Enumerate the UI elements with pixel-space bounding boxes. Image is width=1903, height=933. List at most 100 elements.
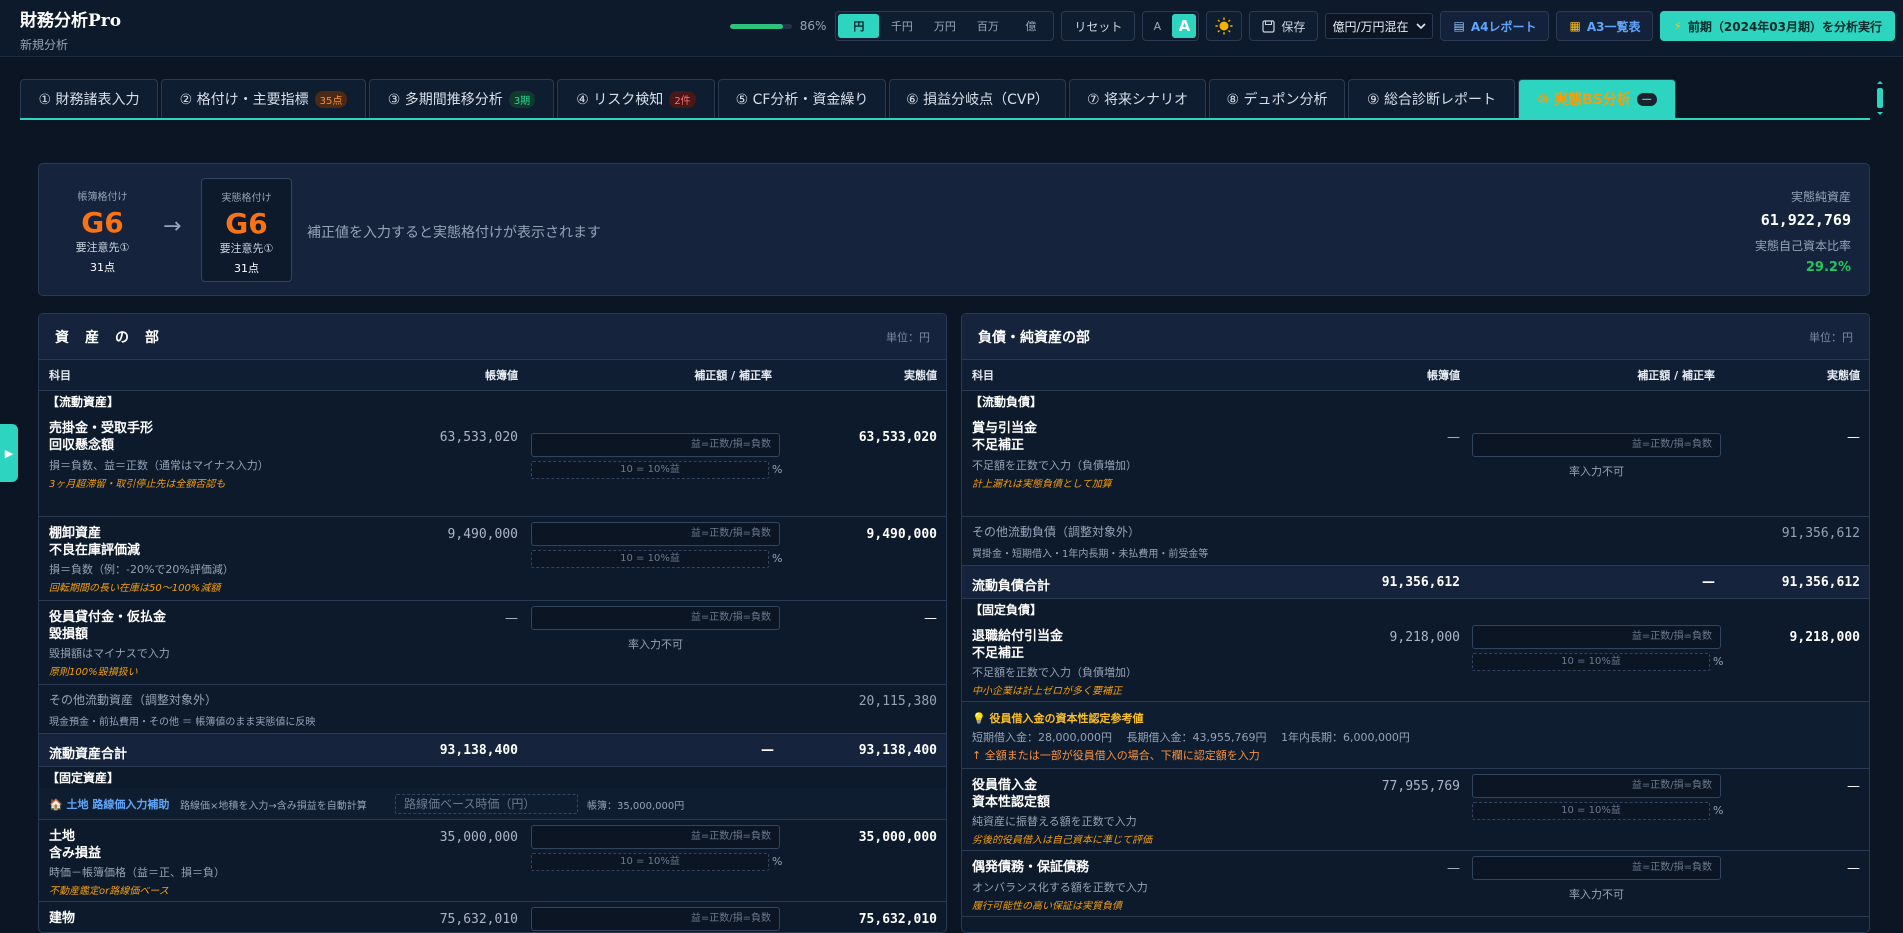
row-note: 不足額を正数で入力（負債増加） <box>972 666 1137 679</box>
actual-rating-label: 実態格付け <box>221 193 272 204</box>
adjustment-input[interactable]: 益=正数/損=負数 <box>531 907 780 931</box>
equity-ratio-value: 29.2% <box>1805 260 1851 275</box>
tab-cvp[interactable]: ⑥ 損益分岐点（CVP） <box>889 79 1066 118</box>
rate-input[interactable]: 10 = 10%益 <box>1472 653 1710 671</box>
adjustment-input[interactable]: 益=正数/損=負数 <box>1472 433 1721 457</box>
liabilities-title: 負債・純資産の部 <box>978 329 1090 346</box>
rate-input[interactable]: 10 = 10%益 <box>531 550 769 568</box>
fixed-liabilities-section: 【固定負債】 <box>970 603 1043 617</box>
rate-not-available: 率入力不可 <box>1569 465 1624 478</box>
actual-value: 91,356,612 <box>1781 526 1860 541</box>
save-button[interactable]: 保存 <box>1249 11 1319 41</box>
run-analysis-button[interactable]: ⚡ 前期（2024年03月期）を分析実行 <box>1660 11 1895 41</box>
tab-label: ③ 多期間推移分析 <box>387 92 503 108</box>
chevron-down-icon <box>1416 22 1427 29</box>
table-row: 土地 含み損益 時価－帳簿価格（益＝正、損＝負） 不動産鑑定or路線価ベース 35… <box>39 820 946 902</box>
tab-diagnosis-report[interactable]: ⑨ 総合診断レポート <box>1348 79 1515 118</box>
net-assets-value: 61,922,769 <box>1760 211 1851 229</box>
display-mode-select[interactable]: 億円/万円混在 <box>1325 13 1434 39</box>
rate-input[interactable]: 10 = 10%益 <box>531 853 769 871</box>
tab-multi-period[interactable]: ③ 多期間推移分析 3期 <box>369 79 554 118</box>
adjustment-input[interactable]: 益=正数/損=負数 <box>531 825 780 849</box>
row-name: 売掛金・受取手形 回収懸念額 <box>49 421 154 453</box>
document-icon: ▤ <box>1453 19 1465 33</box>
theme-toggle-button[interactable] <box>1206 11 1243 41</box>
total-label: 流動負債合計 <box>972 579 1051 594</box>
tab-financial-input[interactable]: ① 財務諸表入力 <box>20 79 158 118</box>
arrow-icon: → <box>163 214 182 239</box>
col-item: 科目 <box>972 369 994 382</box>
equity-ratio-label: 実態自己資本比率 <box>1754 239 1851 253</box>
adjustment-input[interactable]: 益=正数/損=負数 <box>1472 625 1721 649</box>
adjustment-input[interactable]: 益=正数/損=負数 <box>531 606 780 630</box>
actual-rating-class: 要注意先① <box>219 242 274 255</box>
info-hint: ↑ 全額または一部が役員借入の場合、下欄に認定額を入力 <box>972 749 1260 762</box>
display-mode-value: 億円/万円混在 <box>1332 19 1409 34</box>
sidebar-toggle[interactable]: ▶ <box>0 424 18 482</box>
unit-hundred-million[interactable]: 億 <box>1010 14 1051 38</box>
table-row: 売掛金・受取手形 回収懸念額 損＝負数、益＝正数（通常はマイナス入力） 3ヶ月超滞… <box>39 412 946 517</box>
a4-report-label: A4レポート <box>1470 19 1537 34</box>
unit-yen[interactable]: 円 <box>838 14 880 38</box>
actual-value: — <box>924 611 937 626</box>
a4-report-button[interactable]: ▤ A4レポート <box>1440 11 1550 41</box>
font-large-button[interactable]: A <box>1172 14 1197 38</box>
actual-rating: 実態格付け G6 要注意先① 31点 <box>201 178 292 282</box>
book-value: — <box>1447 430 1460 445</box>
table-row: 偶発債務・保証債務 オンバランス化する額を正数で入力 履行可能性の高い保証は実質… <box>962 851 1869 917</box>
row-name: その他流動資産（調整対象外） <box>49 693 218 707</box>
rate-input[interactable]: 10 = 10%益 <box>1472 802 1710 820</box>
unit-million[interactable]: 百万 <box>967 14 1008 38</box>
tab-risk-detection[interactable]: ④ リスク検知 2件 <box>557 79 715 118</box>
tab-cashflow[interactable]: ⑤ CF分析・資金繰り <box>718 79 886 118</box>
progress-fill <box>729 23 784 29</box>
tab-scenario[interactable]: ⑦ 将来シナリオ <box>1069 79 1206 118</box>
book-value: 63,533,020 <box>439 430 518 445</box>
adjustment-input[interactable]: 益=正数/損=負数 <box>531 433 780 457</box>
percent-label: % <box>772 463 783 476</box>
book-value: 9,490,000 <box>447 527 518 542</box>
tab-rating[interactable]: ② 格付け・主要指標 35点 <box>161 79 366 118</box>
lightning-icon: ⚡ <box>1673 19 1682 33</box>
font-small-button[interactable]: A <box>1145 14 1169 38</box>
book-value: — <box>505 611 518 626</box>
unit-ten-thousand[interactable]: 万円 <box>924 14 965 38</box>
row-name: 賞与引当金 不足補正 <box>972 421 1038 453</box>
row-warning: 不動産鑑定or路線価ベース <box>49 886 169 897</box>
col-adjustment: 補正額 / 補正率 <box>1637 369 1715 382</box>
reset-button[interactable]: リセット <box>1061 11 1136 41</box>
route-price-input[interactable]: 路線価ベース時価（円） <box>395 794 578 814</box>
tab-dupont[interactable]: ⑧ デュポン分析 <box>1209 79 1345 118</box>
tab-badge: — <box>1636 92 1657 106</box>
total-actual: 91,356,612 <box>1781 575 1860 590</box>
adjustment-input[interactable]: 益=正数/損=負数 <box>1472 856 1721 880</box>
rate-not-available: 率入力不可 <box>1569 888 1624 901</box>
actual-value: 9,218,000 <box>1789 630 1860 645</box>
tab-label: ④ リスク検知 <box>576 92 664 108</box>
row-name: 棚卸資産 不良在庫評価減 <box>49 526 141 558</box>
rate-input[interactable]: 10 = 10%益 <box>531 461 769 479</box>
book-rating-class: 要注意先① <box>75 241 130 254</box>
row-note: 毀損額はマイナスで入力 <box>49 647 170 660</box>
tab-label: ⑨ 総合診断レポート <box>1366 92 1496 108</box>
current-assets-total-row: 流動資産合計 93,138,400 — 93,138,400 <box>39 734 946 767</box>
officer-loan-info: 💡 役員借入金の資本性認定参考値 短期借入金：28,000,000円 長期借入金… <box>962 702 1869 769</box>
adjustment-input[interactable]: 益=正数/損=負数 <box>531 522 780 546</box>
row-name: 偶発債務・保証債務 <box>972 860 1090 875</box>
a3-list-button[interactable]: ▦ A3一覧表 <box>1556 11 1654 41</box>
tab-actual-bs[interactable]: ⑩ 実態BS分析 — <box>1518 79 1676 118</box>
land-helper-row: 🏠 土地 路線価入力補助 路線価×地積を入力→含み損益を自動計算 路線価ベース時… <box>39 788 946 820</box>
assets-panel-header: 資 産 の 部 単位：円 <box>39 314 946 360</box>
col-adjustment: 補正額 / 補正率 <box>694 369 772 382</box>
unit-thousand[interactable]: 千円 <box>881 14 922 38</box>
table-row: 役員貸付金・仮払金 毀損額 毀損額はマイナスで入力 原則100%毀損扱い — 益=… <box>39 601 946 685</box>
total-adjustment: — <box>761 743 774 758</box>
tab-label: ⑩ 実態BS分析 <box>1537 92 1631 108</box>
tab-scrollbar[interactable] <box>1875 80 1885 116</box>
row-warning: 原則100%毀損扱い <box>49 667 138 678</box>
unit-label: 単位：円 <box>1809 330 1853 344</box>
tab-badge: 2件 <box>669 90 696 108</box>
app-title: 財務分析Pro <box>20 11 122 31</box>
adjustment-input[interactable]: 益=正数/損=負数 <box>1472 774 1721 798</box>
app-header: 財務分析Pro 新規分析 86% 円 千円 万円 百万 億 リセット A A 保… <box>0 0 1903 57</box>
